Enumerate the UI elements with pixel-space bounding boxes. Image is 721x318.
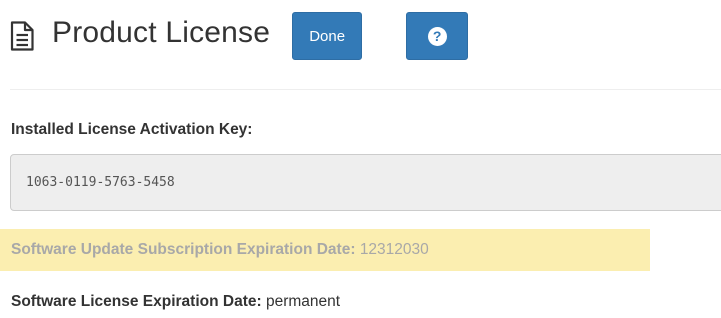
header-divider: [10, 89, 721, 90]
license-expiration-label: Software License Expiration Date:: [11, 293, 262, 310]
product-license-page: Product License Done ? Installed License…: [0, 0, 721, 318]
license-expiration-row: Software License Expiration Date: perman…: [11, 293, 340, 311]
done-button[interactable]: Done: [292, 12, 363, 60]
help-button[interactable]: ?: [406, 12, 469, 60]
page-title: Product License: [52, 16, 271, 49]
activation-key-label: Installed License Activation Key:: [11, 121, 253, 138]
activation-key-field[interactable]: 1063-0119-5763-5458: [10, 154, 721, 211]
activation-key-value: 1063-0119-5763-5458: [26, 175, 175, 190]
document-icon: [10, 21, 34, 51]
subscription-expiration-label: Software Update Subscription Expiration …: [11, 241, 356, 258]
header: Product License Done ?: [10, 10, 469, 62]
subscription-expiration-row: Software Update Subscription Expiration …: [11, 241, 429, 259]
subscription-expiration-value: 12312030: [359, 241, 429, 258]
question-circle-icon: ?: [427, 26, 447, 46]
license-expiration-value: permanent: [265, 293, 341, 310]
